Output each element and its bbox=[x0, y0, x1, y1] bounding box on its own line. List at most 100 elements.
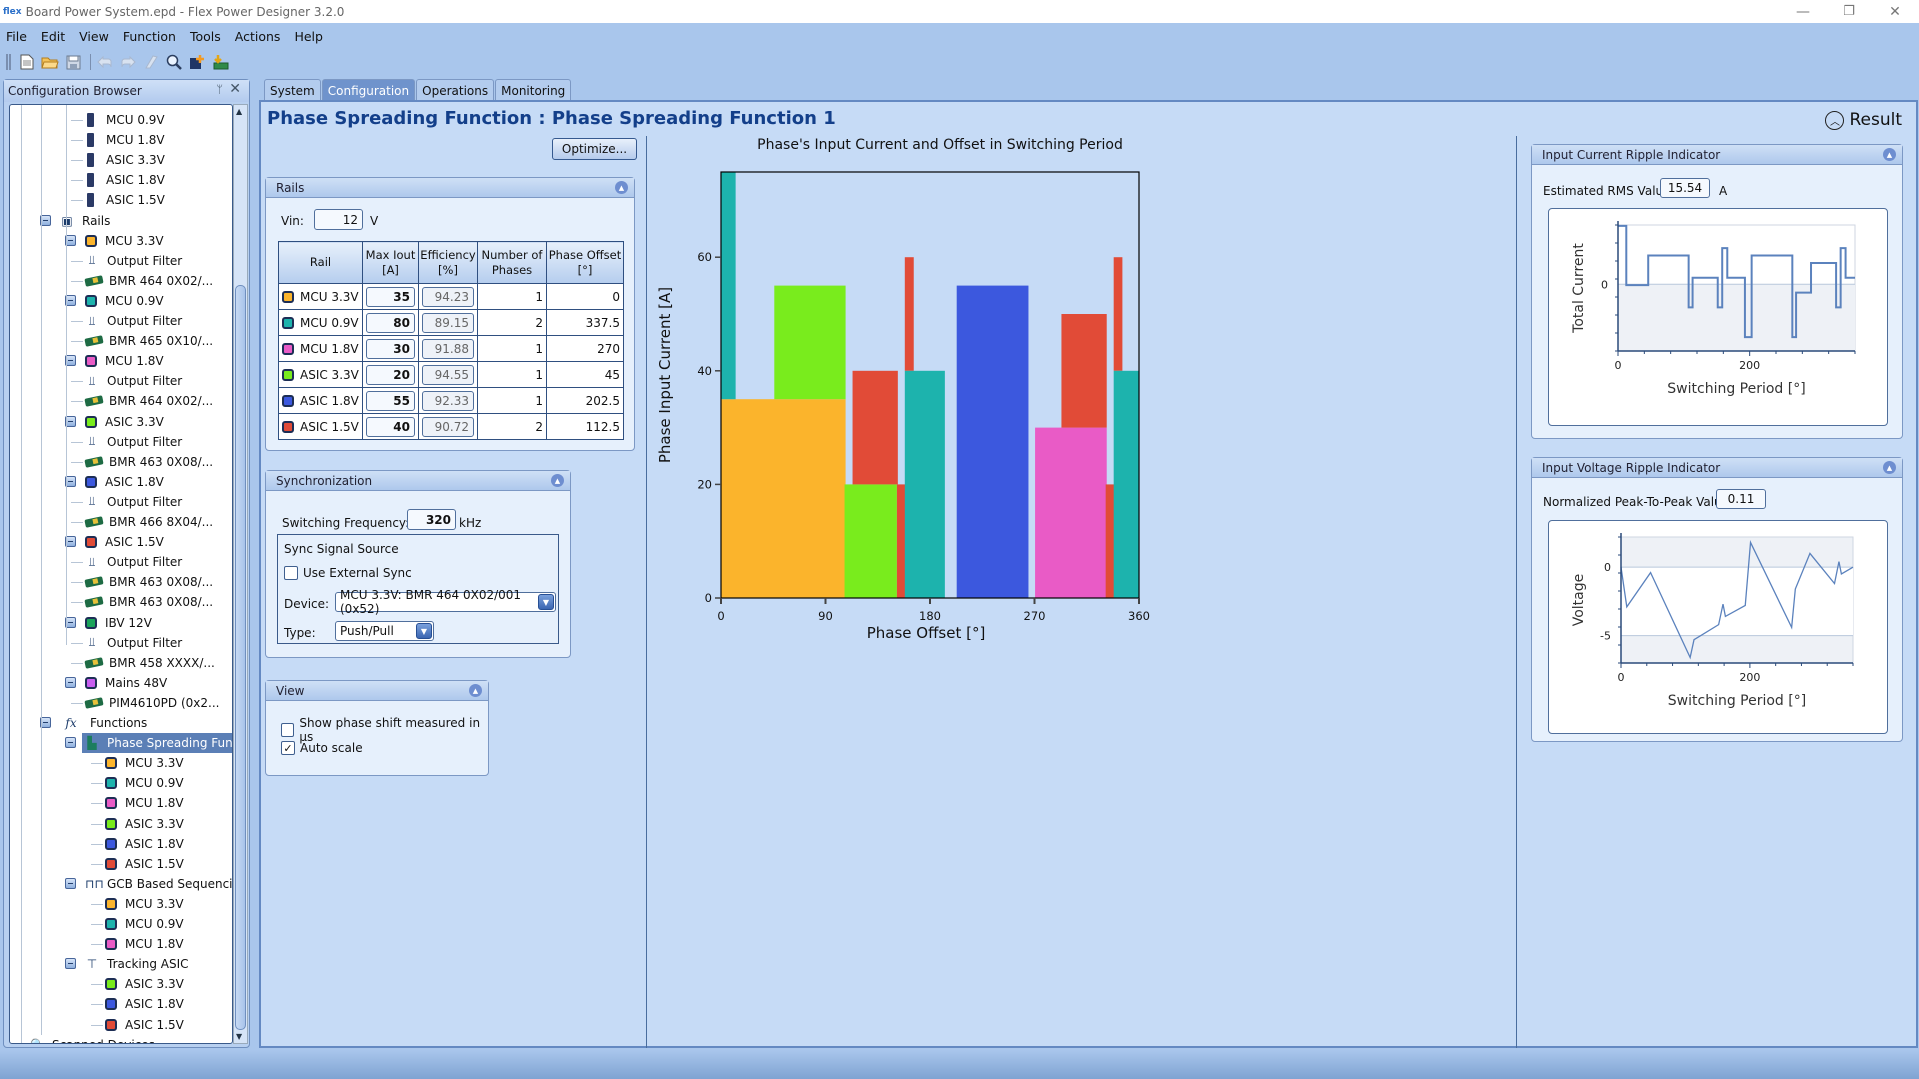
max-iout-input[interactable]: 80 bbox=[366, 312, 415, 333]
tree-item[interactable]: ASIC 1.5V bbox=[85, 190, 165, 210]
toolbar-grip[interactable] bbox=[6, 54, 11, 70]
collapse-icon[interactable]: ▲ bbox=[551, 474, 564, 487]
tree-item[interactable]: ASIC 1.8V bbox=[105, 994, 184, 1014]
tab-configuration[interactable]: Configuration bbox=[321, 79, 416, 101]
chevron-up-icon[interactable]: ︿ bbox=[1825, 110, 1845, 130]
tree-item[interactable]: MCU 0.9V bbox=[85, 291, 164, 311]
auto-scale-checkbox[interactable]: ✓ Auto scale bbox=[281, 741, 363, 755]
result-toggle[interactable]: ︿ Result bbox=[1825, 110, 1902, 130]
tree-item[interactable]: ⊓⊓ GCB Based Sequenci... bbox=[85, 874, 232, 894]
right-splitter[interactable] bbox=[1516, 136, 1517, 1048]
max-iout-input[interactable]: 55 bbox=[366, 390, 415, 411]
tree-item[interactable]: ⫫ Output Filter bbox=[85, 552, 183, 572]
offset-cell[interactable]: 337.5 bbox=[546, 309, 624, 336]
restore-button[interactable]: ❐ bbox=[1826, 0, 1872, 23]
tree-item[interactable]: MCU 0.9V bbox=[85, 110, 165, 130]
scroll-down-icon[interactable]: ▼ bbox=[236, 1032, 242, 1041]
tab-system[interactable]: System bbox=[264, 79, 321, 101]
phases-cell[interactable]: 2 bbox=[477, 413, 547, 440]
offset-cell[interactable]: 270 bbox=[546, 335, 624, 362]
checkbox-box[interactable] bbox=[284, 566, 298, 580]
max-iout-input[interactable]: 35 bbox=[366, 286, 415, 307]
open-folder-icon[interactable] bbox=[40, 52, 60, 72]
collapse-icon[interactable]: ▲ bbox=[615, 181, 628, 194]
tree-item[interactable]: 🔍 Scanned Devices bbox=[30, 1035, 155, 1043]
offset-cell[interactable]: 202.5 bbox=[546, 387, 624, 414]
tree-item[interactable]: ASIC 3.3V bbox=[105, 814, 184, 834]
phases-cell[interactable]: 1 bbox=[477, 335, 547, 362]
max-iout-input[interactable]: 20 bbox=[366, 364, 415, 385]
search-icon[interactable] bbox=[164, 52, 184, 72]
add-device-icon[interactable] bbox=[187, 52, 207, 72]
tree-item[interactable]: ⫫ Output Filter bbox=[85, 311, 183, 331]
minimize-button[interactable]: — bbox=[1780, 0, 1826, 23]
download-board-icon[interactable] bbox=[210, 52, 230, 72]
menu-view[interactable]: View bbox=[79, 29, 109, 44]
collapse-toggle[interactable] bbox=[65, 737, 76, 749]
close-button[interactable]: ✕ bbox=[1872, 0, 1918, 23]
tree-item[interactable]: ASIC 1.8V bbox=[85, 170, 165, 190]
chevron-down-icon[interactable]: ▼ bbox=[416, 623, 432, 639]
phases-cell[interactable]: 1 bbox=[477, 387, 547, 414]
offset-cell[interactable]: 45 bbox=[546, 361, 624, 388]
tree-item[interactable]: ⫫ Output Filter bbox=[85, 432, 183, 452]
menu-help[interactable]: Help bbox=[294, 29, 323, 44]
left-splitter[interactable] bbox=[646, 136, 647, 1048]
collapse-icon[interactable]: ▲ bbox=[1883, 461, 1896, 474]
tree-item[interactable]: ASIC 1.8V bbox=[85, 472, 164, 492]
undo-icon[interactable] bbox=[95, 52, 115, 72]
tree-item[interactable]: BMR 464 0X02/... bbox=[84, 271, 213, 291]
save-icon[interactable] bbox=[63, 52, 83, 72]
tree-item[interactable]: MCU 3.3V bbox=[105, 894, 184, 914]
tree-item[interactable]: PIM4610PD (0x2... bbox=[84, 693, 219, 713]
tree-item[interactable]: BMR 464 0X02/... bbox=[84, 391, 213, 411]
tree-item[interactable]: ASIC 1.5V bbox=[85, 532, 164, 552]
pin-icon[interactable]: ᛘ bbox=[216, 83, 223, 96]
tree-item[interactable]: ⊤ Tracking ASIC bbox=[85, 954, 189, 974]
new-document-icon[interactable] bbox=[17, 52, 37, 72]
max-iout-input[interactable]: 30 bbox=[366, 338, 415, 359]
tree-item[interactable]: MCU 3.3V bbox=[105, 753, 184, 773]
phases-cell[interactable]: 2 bbox=[477, 309, 547, 336]
show-phase-shift-checkbox[interactable]: Show phase shift measured in µs bbox=[281, 716, 488, 744]
checkbox-box[interactable] bbox=[281, 723, 295, 737]
collapse-icon[interactable]: ▲ bbox=[1883, 148, 1896, 161]
tab-operations[interactable]: Operations bbox=[416, 79, 495, 101]
tree-item[interactable]: ASIC 3.3V bbox=[85, 150, 165, 170]
collapse-toggle[interactable] bbox=[65, 676, 76, 688]
tree-item[interactable]: IBV 12V bbox=[85, 613, 152, 633]
tree-item[interactable]: MCU 0.9V bbox=[105, 773, 184, 793]
redo-icon[interactable] bbox=[118, 52, 138, 72]
tree-item[interactable]: ▣ Rails bbox=[60, 211, 110, 231]
menu-tools[interactable]: Tools bbox=[190, 29, 221, 44]
tree-item[interactable]: MCU 3.3V bbox=[85, 231, 164, 251]
offset-cell[interactable]: 0 bbox=[546, 283, 624, 310]
tree-item[interactable]: 𝑓x Functions bbox=[60, 713, 147, 733]
eraser-icon[interactable] bbox=[141, 52, 161, 72]
close-panel-icon[interactable]: ✕ bbox=[229, 81, 241, 97]
menu-edit[interactable]: Edit bbox=[41, 29, 65, 44]
menu-file[interactable]: File bbox=[6, 29, 27, 44]
tree-item[interactable]: MCU 0.9V bbox=[105, 914, 184, 934]
tree-item[interactable]: MCU 1.8V bbox=[85, 351, 164, 371]
tree-item[interactable]: Mains 48V bbox=[85, 673, 167, 693]
tree-item[interactable]: BMR 463 0X08/... bbox=[84, 592, 213, 612]
device-dropdown[interactable]: MCU 3.3V: BMR 464 0X02/001 (0x52) ▼ bbox=[335, 588, 556, 616]
tree-item[interactable]: ASIC 3.3V bbox=[85, 412, 164, 432]
tree-item[interactable]: ▙ Phase Spreading Fun... bbox=[82, 733, 232, 754]
phases-cell[interactable]: 1 bbox=[477, 361, 547, 388]
tree-item[interactable]: ASIC 1.5V bbox=[105, 1015, 184, 1035]
collapse-icon[interactable]: ▲ bbox=[469, 684, 482, 697]
tab-monitoring[interactable]: Monitoring bbox=[495, 79, 572, 101]
tree-item[interactable]: ASIC 3.3V bbox=[105, 974, 184, 994]
chevron-down-icon[interactable]: ▼ bbox=[538, 594, 554, 610]
scrollbar-thumb[interactable] bbox=[235, 285, 246, 1030]
scroll-up-icon[interactable]: ▲ bbox=[236, 107, 242, 116]
check-icon[interactable]: ✓ bbox=[281, 741, 295, 755]
tree-item[interactable]: ⫫ Output Filter bbox=[85, 633, 183, 653]
menu-actions[interactable]: Actions bbox=[235, 29, 281, 44]
use-external-sync-checkbox[interactable]: Use External Sync bbox=[284, 566, 412, 580]
max-iout-input[interactable]: 40 bbox=[366, 416, 415, 437]
tree-item[interactable]: MCU 1.8V bbox=[85, 130, 165, 150]
offset-cell[interactable]: 112.5 bbox=[546, 413, 624, 440]
